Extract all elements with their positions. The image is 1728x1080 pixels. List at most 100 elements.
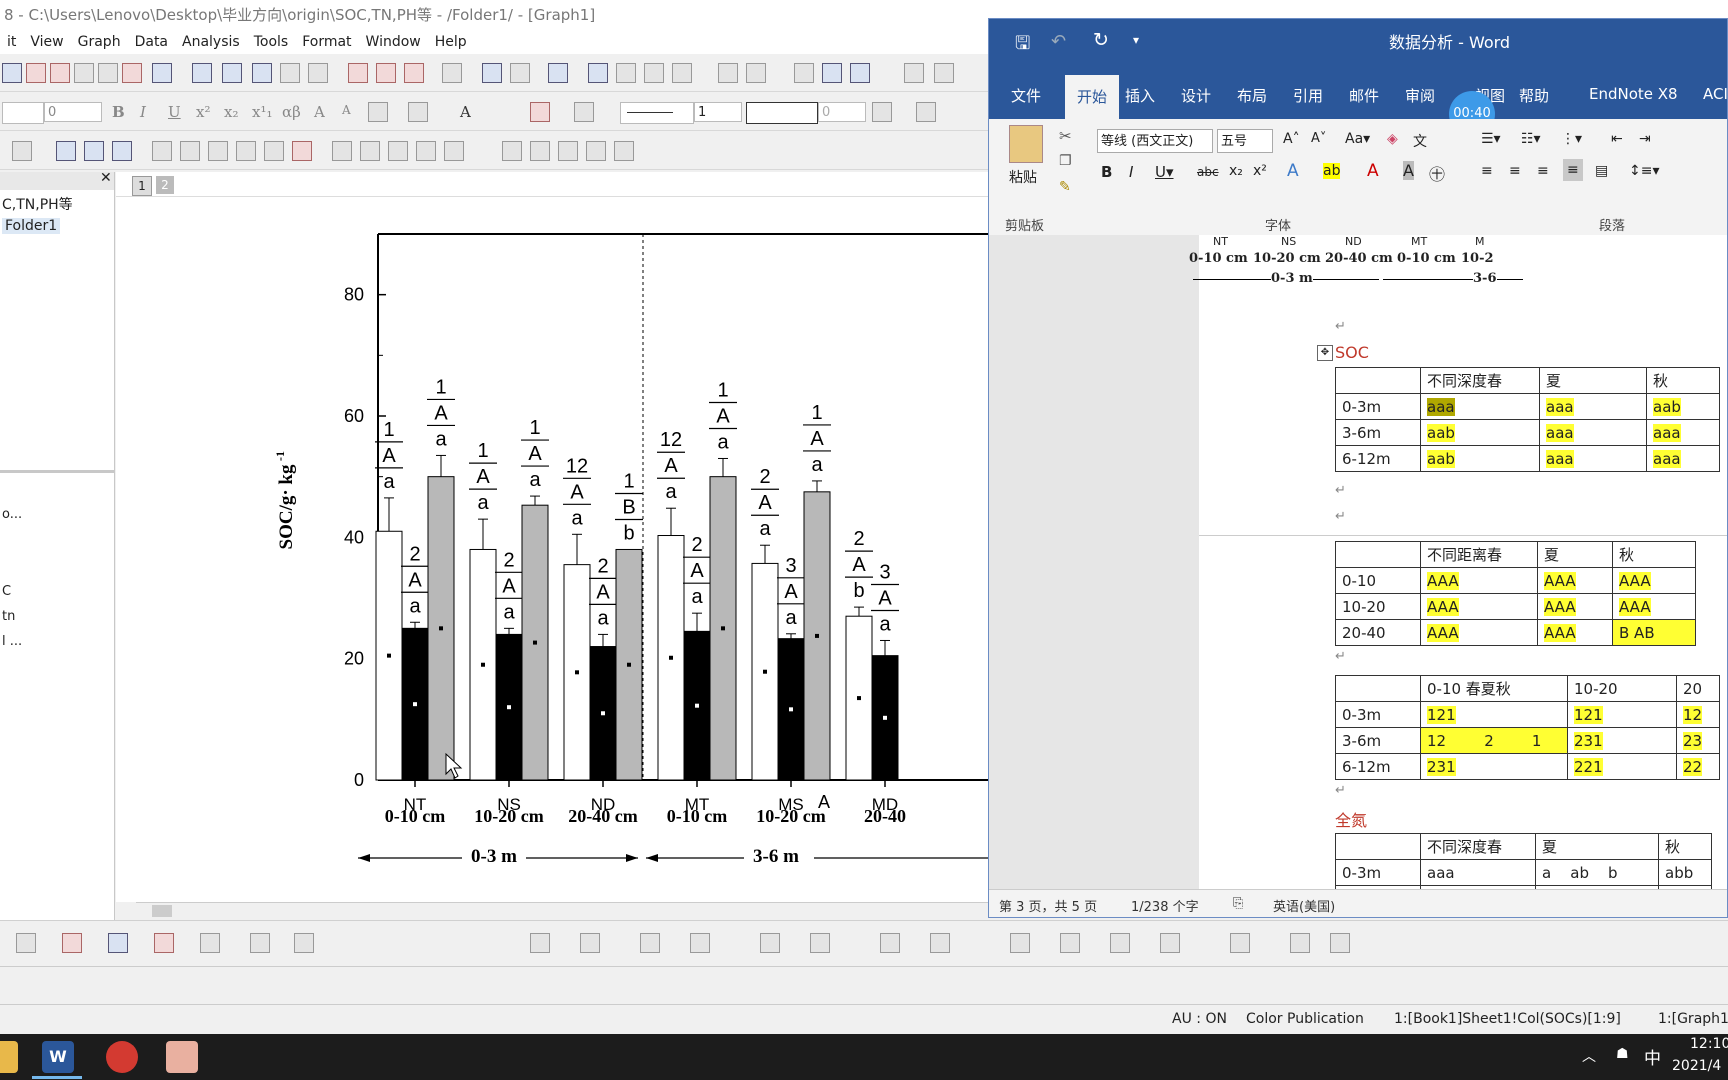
menu-analysis[interactable]: Analysis bbox=[175, 30, 247, 54]
same-width-icon[interactable] bbox=[1110, 933, 1130, 953]
font-size-select[interactable]: 0 bbox=[44, 102, 102, 122]
menu-window[interactable]: Window bbox=[359, 30, 428, 54]
transparency-select[interactable]: 0 bbox=[818, 102, 866, 122]
font-size-select[interactable]: 五号 bbox=[1217, 129, 1273, 153]
menu-help[interactable]: Help bbox=[428, 30, 474, 54]
supersub-icon[interactable]: x¹₁ bbox=[252, 103, 273, 121]
table-icon[interactable] bbox=[444, 141, 464, 161]
multilevel-icon[interactable]: ⋮▾ bbox=[1561, 131, 1582, 147]
data-reader-icon[interactable] bbox=[502, 141, 522, 161]
import-wizard-icon[interactable] bbox=[404, 63, 424, 83]
bullets-icon[interactable]: ☰▾ bbox=[1481, 131, 1501, 147]
layer-icon[interactable] bbox=[12, 141, 32, 161]
settings-icon[interactable] bbox=[672, 63, 692, 83]
new-matrix-icon[interactable] bbox=[74, 63, 94, 83]
hatch-icon[interactable] bbox=[872, 102, 892, 122]
strikethrough-icon[interactable]: abc bbox=[1197, 165, 1219, 179]
border-icon[interactable] bbox=[916, 102, 936, 122]
change-case-icon[interactable]: Aa▾ bbox=[1345, 131, 1370, 147]
bold-icon[interactable]: B bbox=[112, 103, 125, 121]
line-width-select[interactable]: 1 bbox=[694, 102, 742, 122]
new-function-icon[interactable] bbox=[98, 63, 118, 83]
tab-help[interactable]: 帮助 bbox=[1519, 85, 1549, 106]
table-move-handle[interactable]: ✥ bbox=[1317, 345, 1333, 361]
customize-icon[interactable]: ▾ bbox=[1133, 33, 1139, 47]
paste-label[interactable]: 粘贴 bbox=[1009, 167, 1037, 187]
align-right-icon[interactable] bbox=[810, 933, 830, 953]
bold-icon[interactable]: B bbox=[1101, 163, 1112, 181]
italic-icon[interactable]: I bbox=[140, 103, 146, 121]
project-root[interactable]: C,TN,PH等 bbox=[2, 194, 73, 214]
font-select[interactable] bbox=[2, 102, 44, 124]
underline-icon[interactable]: U▾ bbox=[1155, 163, 1174, 181]
copy-icon[interactable]: ❐ bbox=[1059, 153, 1072, 169]
object-item[interactable]: C bbox=[2, 584, 11, 599]
object-item[interactable]: o... bbox=[2, 507, 22, 522]
line-color-icon[interactable] bbox=[574, 102, 594, 122]
import-icon[interactable] bbox=[348, 63, 368, 83]
tab-file[interactable]: 文件 bbox=[1011, 85, 1041, 106]
add-layer-icon[interactable] bbox=[718, 63, 738, 83]
contour-plot-icon[interactable] bbox=[108, 933, 128, 953]
italic-icon[interactable]: I bbox=[1129, 163, 1133, 181]
new-worksheet-icon[interactable] bbox=[26, 63, 46, 83]
tab-insert[interactable]: 插入 bbox=[1125, 85, 1155, 106]
decrease-font-icon[interactable]: A bbox=[342, 103, 351, 117]
decrease-indent-icon[interactable]: ⇤ bbox=[1611, 131, 1623, 147]
shrink-font-icon[interactable]: A˅ bbox=[1311, 131, 1326, 146]
menu-graph[interactable]: Graph bbox=[71, 30, 128, 54]
open-icon[interactable] bbox=[192, 63, 212, 83]
chevron-up-icon[interactable]: ︿ bbox=[1582, 1046, 1596, 1066]
boxplot-icon[interactable] bbox=[154, 933, 174, 953]
object-edit-icon[interactable] bbox=[530, 933, 550, 953]
command-window-icon[interactable] bbox=[616, 63, 636, 83]
refresh-icon[interactable] bbox=[482, 63, 502, 83]
justify-icon[interactable] bbox=[408, 102, 428, 122]
redo-icon[interactable]: ↻ bbox=[1093, 29, 1109, 51]
same-height-icon[interactable] bbox=[1160, 933, 1180, 953]
region-icon[interactable] bbox=[558, 141, 578, 161]
date-time-icon[interactable] bbox=[416, 141, 436, 161]
music-app-icon[interactable] bbox=[106, 1041, 138, 1073]
clock-time[interactable]: 12:10 bbox=[1690, 1036, 1728, 1052]
import-multiple-icon[interactable] bbox=[376, 63, 396, 83]
layer-info-icon[interactable] bbox=[360, 141, 380, 161]
mask-icon[interactable] bbox=[530, 141, 550, 161]
new-graph-icon[interactable] bbox=[50, 63, 70, 83]
align-bottom-icon[interactable] bbox=[930, 933, 950, 953]
numbering-icon[interactable]: ☷▾ bbox=[1521, 131, 1541, 147]
variable-icon[interactable] bbox=[388, 141, 408, 161]
increase-font-icon[interactable]: A bbox=[314, 103, 325, 121]
open-excel-icon[interactable] bbox=[252, 63, 272, 83]
paste-icon[interactable] bbox=[850, 63, 870, 83]
undo-icon[interactable]: ↶ bbox=[1051, 31, 1066, 52]
align-left-icon[interactable]: ≡ bbox=[1481, 163, 1493, 179]
menu-format[interactable]: Format bbox=[295, 30, 358, 54]
splitter[interactable] bbox=[0, 470, 114, 473]
page-count[interactable]: 第 3 页，共 5 页 bbox=[999, 896, 1097, 915]
line-style-select[interactable] bbox=[620, 102, 694, 124]
axis-l-icon[interactable] bbox=[152, 141, 172, 161]
column-plot-icon[interactable] bbox=[62, 933, 82, 953]
distribute-icon[interactable] bbox=[1060, 933, 1080, 953]
axis-red-icon[interactable] bbox=[292, 141, 312, 161]
scroll-thumb[interactable] bbox=[152, 905, 172, 917]
new-project-icon[interactable] bbox=[2, 63, 22, 83]
font-name-select[interactable]: 等线 (西文正文) bbox=[1097, 129, 1213, 153]
results-log-icon[interactable] bbox=[588, 63, 608, 83]
cut-icon[interactable]: ✂ bbox=[1059, 127, 1072, 145]
font-color-icon[interactable]: A bbox=[1367, 161, 1379, 181]
line-tool-icon[interactable] bbox=[16, 933, 36, 953]
layer-link-icon[interactable] bbox=[112, 141, 132, 161]
tab-review[interactable]: 审阅 bbox=[1405, 85, 1435, 106]
justify-icon[interactable]: ≡ bbox=[1563, 159, 1583, 181]
format-painter-icon[interactable]: ✎ bbox=[1059, 179, 1071, 195]
flip-icon[interactable] bbox=[1290, 933, 1310, 953]
language-status[interactable]: 英语(美国) bbox=[1273, 896, 1335, 915]
horizontal-scrollbar[interactable] bbox=[136, 902, 1006, 919]
tab-references[interactable]: 引用 bbox=[1293, 85, 1323, 106]
layer-arrange-icon[interactable] bbox=[56, 141, 76, 161]
text-effect-icon[interactable]: A bbox=[1287, 161, 1299, 181]
axis-r-icon[interactable] bbox=[208, 141, 228, 161]
subscript-icon[interactable]: x₂ bbox=[224, 103, 238, 121]
